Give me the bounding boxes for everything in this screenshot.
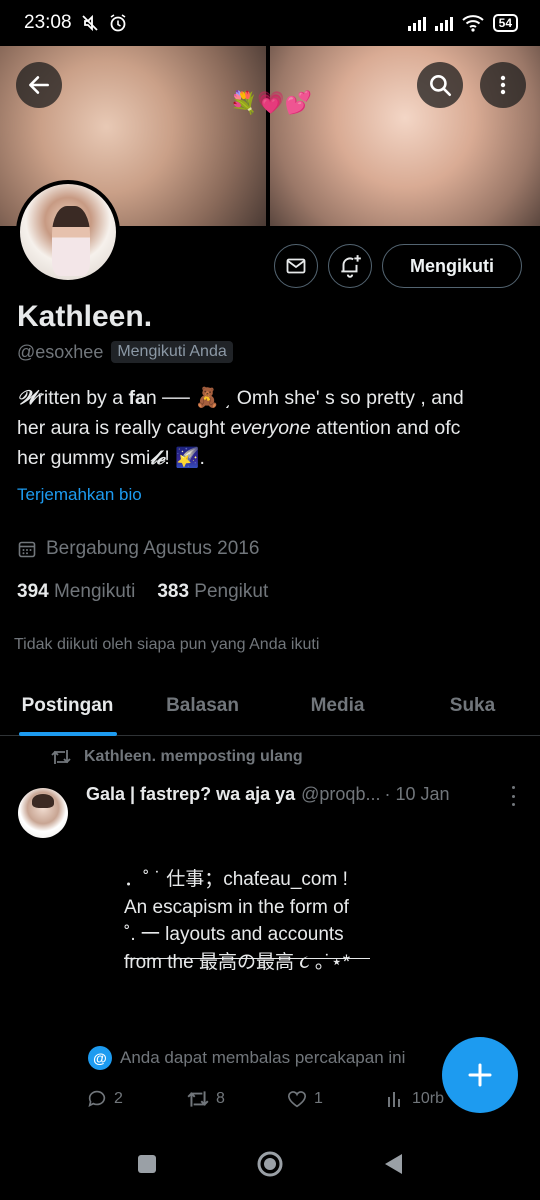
profile-bio: 𝒲ritten by a fan ── 🧸 ͵ Omh she' s so pr…: [17, 386, 464, 469]
back-button[interactable]: [16, 62, 62, 108]
followers-count-link[interactable]: 383 Pengikut: [157, 581, 268, 603]
system-nav-bar: [0, 1128, 540, 1200]
status-bar: 23:08 54: [0, 0, 540, 46]
back-nav-icon[interactable]: [382, 1152, 404, 1176]
compose-button[interactable]: [442, 1037, 518, 1113]
like-button[interactable]: 1: [286, 1088, 386, 1110]
recents-icon[interactable]: [136, 1153, 158, 1175]
plus-icon: [468, 1063, 492, 1087]
following-button[interactable]: Mengikuti: [382, 244, 522, 288]
battery-icon: 54: [492, 14, 518, 32]
signal-icon: [434, 15, 453, 31]
post-author-name[interactable]: Gala | fastrep? wa aja ya: [86, 784, 295, 805]
repost-button[interactable]: 8: [186, 1089, 286, 1109]
post-date: · 10 Jan: [384, 784, 450, 804]
clock: 23:08: [24, 12, 72, 33]
tab-posts[interactable]: Postingan: [0, 676, 135, 735]
envelope-icon: [286, 258, 306, 274]
more-options-button[interactable]: [480, 62, 526, 108]
mute-icon: [81, 14, 98, 32]
reply-permission-note: @ Anda dapat membalas percakapan ini: [88, 1046, 405, 1070]
repost-icon: [51, 750, 71, 764]
banner-emoji: 💐💗💕: [230, 90, 313, 115]
tab-replies[interactable]: Balasan: [135, 676, 270, 735]
reply-button[interactable]: 2: [86, 1088, 186, 1110]
home-icon[interactable]: [256, 1150, 284, 1178]
message-button[interactable]: [274, 244, 318, 288]
tab-likes[interactable]: Suka: [405, 676, 540, 735]
avatar-figure: [52, 206, 90, 276]
repost-text: Kathleen. memposting ulang: [84, 748, 303, 765]
bell-plus-icon: [341, 255, 361, 278]
translate-bio-link[interactable]: Terjemahkan bio: [17, 485, 142, 505]
post-header: Gala | fastrep? wa aja ya @proqb... · 10…: [86, 784, 506, 805]
following-count-link[interactable]: 394 Mengikuti: [17, 581, 135, 603]
joined-date: Bergabung Agustus 2016: [17, 538, 259, 560]
arrow-left-icon: [29, 76, 49, 94]
wifi-icon: [461, 15, 484, 32]
more-vertical-icon: [500, 75, 506, 95]
alarm-icon: [110, 14, 125, 32]
profile-name: Kathleen.: [17, 300, 153, 333]
heart-icon: [287, 1091, 307, 1108]
search-icon: [430, 75, 452, 97]
reply-icon: [88, 1090, 106, 1107]
notify-button[interactable]: [328, 244, 372, 288]
repost-icon: [187, 1091, 209, 1107]
tab-media[interactable]: Media: [270, 676, 405, 735]
search-button[interactable]: [417, 62, 463, 108]
follow-counts: 394 Mengikuti 383 Pengikut: [17, 581, 268, 603]
post-text: ．˚ ˙ 仕事；chaƭeau_com ! An escapism in the…: [124, 869, 351, 973]
handle-row: @esoxhee Mengikuti Anda: [17, 341, 233, 363]
post-more-icon[interactable]: [506, 786, 520, 806]
profile-handle: @esoxhee: [17, 341, 104, 362]
joined-text: Bergabung Agustus 2016: [46, 538, 260, 559]
signal-icon: [407, 15, 426, 31]
post-author-handle[interactable]: @proqb...: [301, 784, 380, 805]
post-author-avatar[interactable]: [18, 788, 68, 838]
at-icon: @: [88, 1046, 112, 1070]
follows-you-badge: Mengikuti Anda: [111, 341, 233, 363]
views-icon: [388, 1092, 400, 1107]
post-divider-line: [124, 958, 370, 959]
not-followed-note: Tidak diikuti oleh siapa pun yang Anda i…: [14, 636, 320, 653]
profile-tabs: Postingan Balasan Media Suka: [0, 676, 540, 736]
calendar-icon: [18, 541, 36, 558]
repost-indicator: Kathleen. memposting ulang: [50, 748, 303, 766]
profile-avatar[interactable]: [16, 180, 120, 284]
